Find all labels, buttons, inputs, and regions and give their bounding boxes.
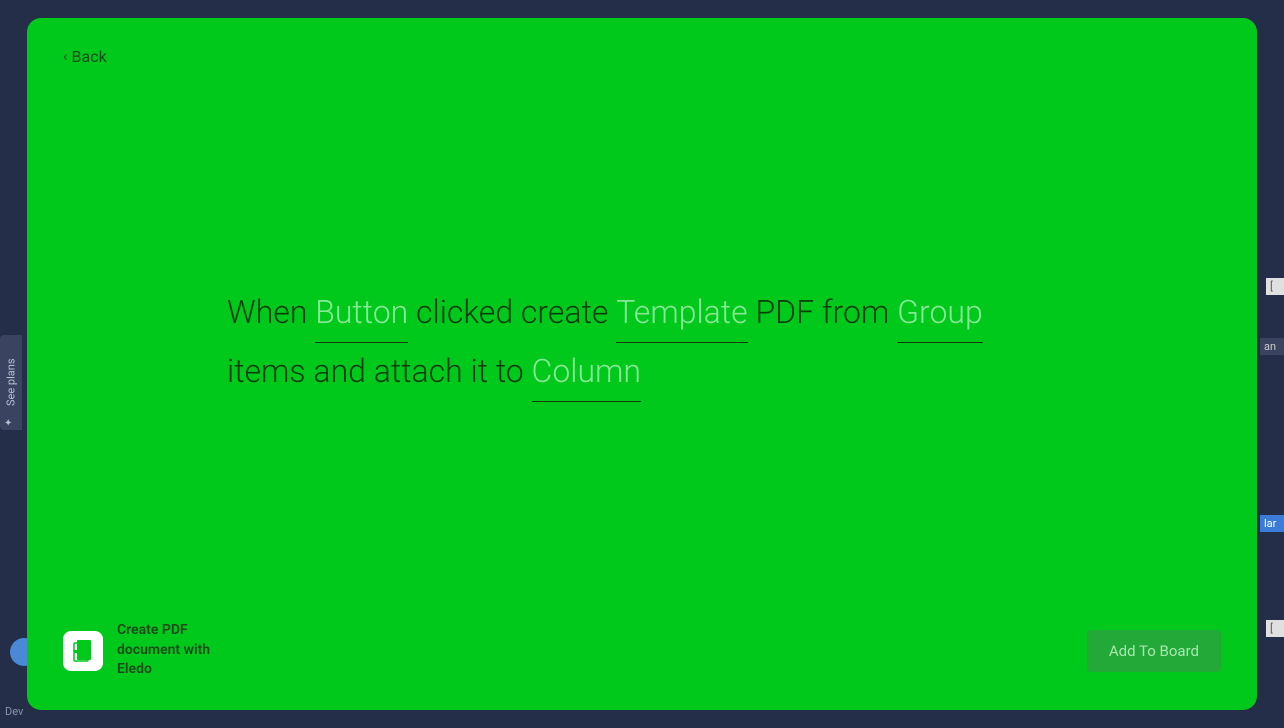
see-plans-tab[interactable]: See plans — [0, 335, 22, 430]
right-edge-fragment: [ — [1266, 620, 1284, 637]
add-to-board-button[interactable]: Add To Board — [1087, 630, 1221, 672]
chevron-left-icon: ‹ — [63, 47, 68, 65]
sentence-text: PDF from — [748, 293, 897, 331]
button-placeholder[interactable]: Button — [315, 284, 408, 343]
modal-content: When Button clicked create Template PDF … — [27, 66, 1257, 622]
right-edge-fragment: an — [1260, 338, 1284, 355]
back-button[interactable]: ‹ Back — [63, 47, 107, 66]
back-label: Back — [72, 47, 107, 66]
app-icon — [63, 631, 103, 671]
sentence-text: items and attach it to — [227, 352, 532, 390]
column-placeholder[interactable]: Column — [532, 343, 641, 402]
modal-header: ‹ Back — [27, 18, 1257, 66]
see-plans-label: See plans — [5, 359, 18, 407]
group-placeholder[interactable]: Group — [897, 284, 983, 343]
sparkle-icon: ✦ — [4, 418, 12, 429]
dev-label: Dev — [5, 705, 23, 718]
sentence-text: When — [227, 293, 315, 331]
footer-app-info: Create PDF document with Eledo — [63, 621, 237, 680]
template-placeholder[interactable]: Template — [616, 284, 747, 343]
recipe-sentence: When Button clicked create Template PDF … — [227, 284, 1057, 402]
app-title: Create PDF document with Eledo — [117, 621, 237, 680]
modal-footer: Create PDF document with Eledo Add To Bo… — [27, 621, 1257, 710]
automation-recipe-modal: ‹ Back When Button clicked create Templa… — [27, 18, 1257, 710]
right-edge-fragment: lar — [1260, 515, 1284, 532]
sentence-text: clicked create — [408, 293, 616, 331]
right-edge-fragment: [ — [1266, 278, 1284, 295]
document-icon — [73, 640, 93, 662]
